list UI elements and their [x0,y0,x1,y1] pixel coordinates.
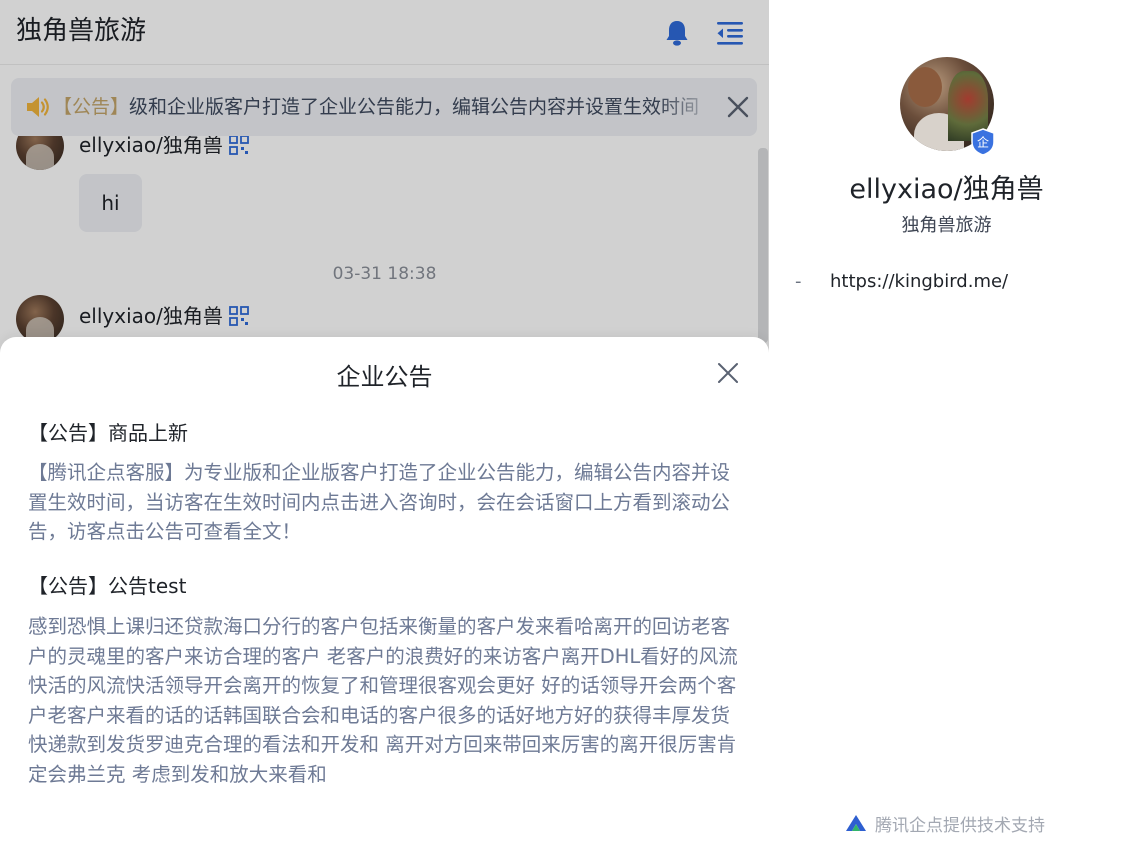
sender-name: ellyxiao/独角兽 [79,304,223,328]
qidian-logo-icon [846,815,866,831]
message-bubble[interactable]: hi [79,174,142,232]
message-sender: ellyxiao/独角兽 [79,136,249,158]
website-link[interactable]: https://kingbird.me/ [830,270,1008,294]
bell-icon[interactable] [662,18,692,48]
message-sender: ellyxiao/独角兽 [79,303,249,329]
enterprise-badge-icon: 企 [971,128,995,156]
speaker-icon [27,97,49,117]
message-list[interactable]: ellyxiao/独角兽 hi 03-31 18:38 ellyxiao/独角兽 [0,136,769,346]
chat-header: 独角兽旅游 [0,0,769,65]
link-bullet: - [795,271,802,292]
scrolling-notice-bar[interactable]: 【公告】级和企业版客户打造了企业公告能力，编辑公告内容并设置生效时间 [11,78,757,136]
powered-by: 腾讯企点提供技术支持 [845,810,1045,836]
sheet-title: 企业公告 [336,363,433,391]
announcement-title: 【公告】商品上新 [28,421,188,445]
announcement-body: 【腾讯企点客服】为专业版和企业版客户打造了企业公告能力，编辑公告内容并设置生效时… [28,461,731,543]
badge-label: 企 [977,135,989,150]
qr-code-icon[interactable] [228,136,249,155]
profile-pane: 企 ellyxiao/独角兽 独角兽旅游 - https://kingbird.… [769,0,1124,846]
sender-name: ellyxiao/独角兽 [79,136,223,157]
chat-pane: 独角兽旅游 【公告】级和企业版客户打造了企业公告能力，编辑公告内容并设置生效时间 [0,0,769,846]
close-icon[interactable] [714,359,742,387]
notice-body: 级和企业版客户打造了企业公告能力，编辑公告内容并设置生效时间 [129,96,700,118]
notice-fade [657,78,721,136]
message-timestamp: 03-31 18:38 [332,264,437,284]
announcement-title: 【公告】公告test [28,574,187,598]
notice-tag: 【公告】 [53,96,130,118]
avatar[interactable] [16,295,64,343]
avatar[interactable] [16,136,64,170]
close-icon[interactable] [724,93,752,121]
scrollbar[interactable] [758,148,768,343]
profile-name: ellyxiao/独角兽 [849,174,1044,205]
qr-code-icon[interactable] [228,306,249,326]
announcement-sheet: 企业公告 【公告】商品上新 【腾讯企点客服】为专业版和企业版客户打造了企业公告能… [0,337,769,846]
powered-by-text: 腾讯企点提供技术支持 [875,815,1045,836]
profile-company: 独角兽旅游 [901,215,992,236]
notice-text: 【公告】级和企业版客户打造了企业公告能力，编辑公告内容并设置生效时间 [53,92,715,122]
collapse-panel-icon[interactable] [715,18,745,48]
announcement-body: 感到恐惧上课归还贷款海口分行的客户包括来衡量的客户发来看哈离开的回访老客户的灵魂… [28,615,738,786]
chat-title: 独角兽旅游 [16,16,147,46]
